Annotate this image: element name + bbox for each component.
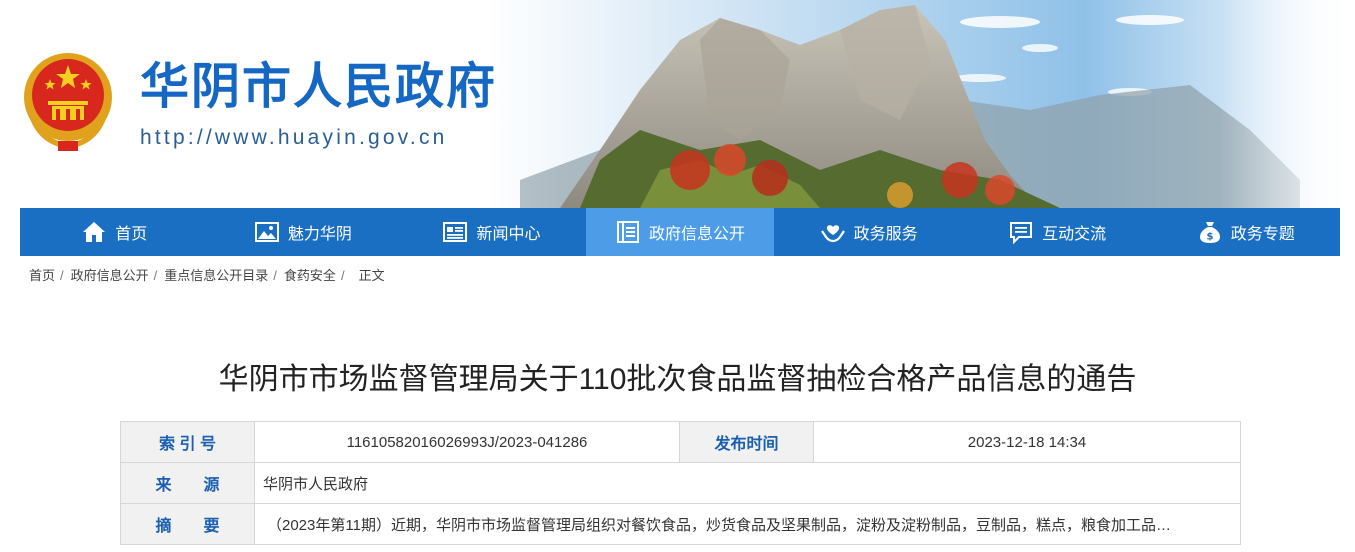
home-icon — [81, 219, 107, 245]
svg-text:$: $ — [1206, 232, 1213, 243]
nav-item-home[interactable]: 首页 — [20, 208, 209, 256]
publish-date-value: 2023-12-18 14:34 — [813, 421, 1241, 463]
nav-label: 魅力华阴 — [287, 226, 352, 243]
table-row: 索 引 号 11610582016026993J/2023-041286 发布时… — [120, 421, 1241, 463]
site-header: 华阴市人民政府 http://www.huayin.gov.cn — [0, 0, 1355, 208]
table-row: 摘 要 （2023年第11期）近期，华阴市市场监督管理局组织对餐饮食品，炒货食品… — [120, 503, 1241, 545]
service-hands-icon — [820, 219, 846, 245]
breadcrumb-link[interactable]: 食药安全 — [284, 268, 336, 283]
breadcrumb: 首页 / 政府信息公开 / 重点信息公开目录 / 食药安全 / 正文 — [29, 268, 385, 283]
picture-icon — [254, 219, 280, 245]
article-title: 华阴市市场监督管理局关于110批次食品监督抽检合格产品信息的通告 — [218, 363, 1137, 396]
nav-item-news[interactable]: 新闻中心 — [397, 208, 586, 256]
nav-label: 政府信息公开 — [649, 226, 746, 243]
money-bag-icon: $ — [1197, 219, 1223, 245]
breadcrumb-link[interactable]: 重点信息公开目录 — [164, 268, 268, 283]
nav-item-gov-service[interactable]: 政务服务 — [774, 208, 963, 256]
nav-label: 互动交流 — [1042, 226, 1107, 243]
index-label: 索 引 号 — [120, 421, 255, 463]
newspaper-icon — [442, 219, 468, 245]
summary-label: 摘 要 — [120, 503, 255, 545]
table-row: 来 源 华阴市人民政府 — [120, 462, 1241, 504]
national-emblem-icon — [24, 53, 112, 151]
source-value: 华阴市人民政府 — [254, 462, 1241, 504]
nav-label: 新闻中心 — [476, 226, 541, 243]
breadcrumb-link[interactable]: 首页 — [29, 268, 55, 283]
publish-date-label: 发布时间 — [679, 421, 814, 463]
nav-label: 首页 — [115, 226, 148, 243]
document-list-icon — [615, 219, 641, 245]
source-label: 来 源 — [120, 462, 255, 504]
site-title: 华阴市人民政府 — [140, 60, 498, 114]
nav-label: 政务服务 — [853, 226, 918, 243]
nav-label: 政务专题 — [1230, 226, 1295, 243]
index-value: 11610582016026993J/2023-041286 — [254, 421, 680, 463]
nav-item-gov-info[interactable]: 政府信息公开 — [585, 208, 775, 256]
nav-item-topics[interactable]: $ 政务专题 — [1151, 208, 1340, 256]
chat-icon — [1008, 219, 1034, 245]
nav-item-charm[interactable]: 魅力华阴 — [209, 208, 398, 256]
breadcrumb-link[interactable]: 政府信息公开 — [71, 268, 149, 283]
main-nav: 首页 魅力华阴 新闻中心 政府信息公开 政务服务 互动交流 $ 政务专题 — [20, 208, 1340, 256]
site-url: http://www.huayin.gov.cn — [140, 126, 448, 149]
summary-value: （2023年第11期）近期，华阴市市场监督管理局组织对餐饮食品，炒货食品及坚果制… — [254, 503, 1241, 545]
breadcrumb-current: 正文 — [358, 268, 385, 283]
article-info-table: 索 引 号 11610582016026993J/2023-041286 发布时… — [120, 421, 1241, 545]
nav-item-interaction[interactable]: 互动交流 — [963, 208, 1152, 256]
